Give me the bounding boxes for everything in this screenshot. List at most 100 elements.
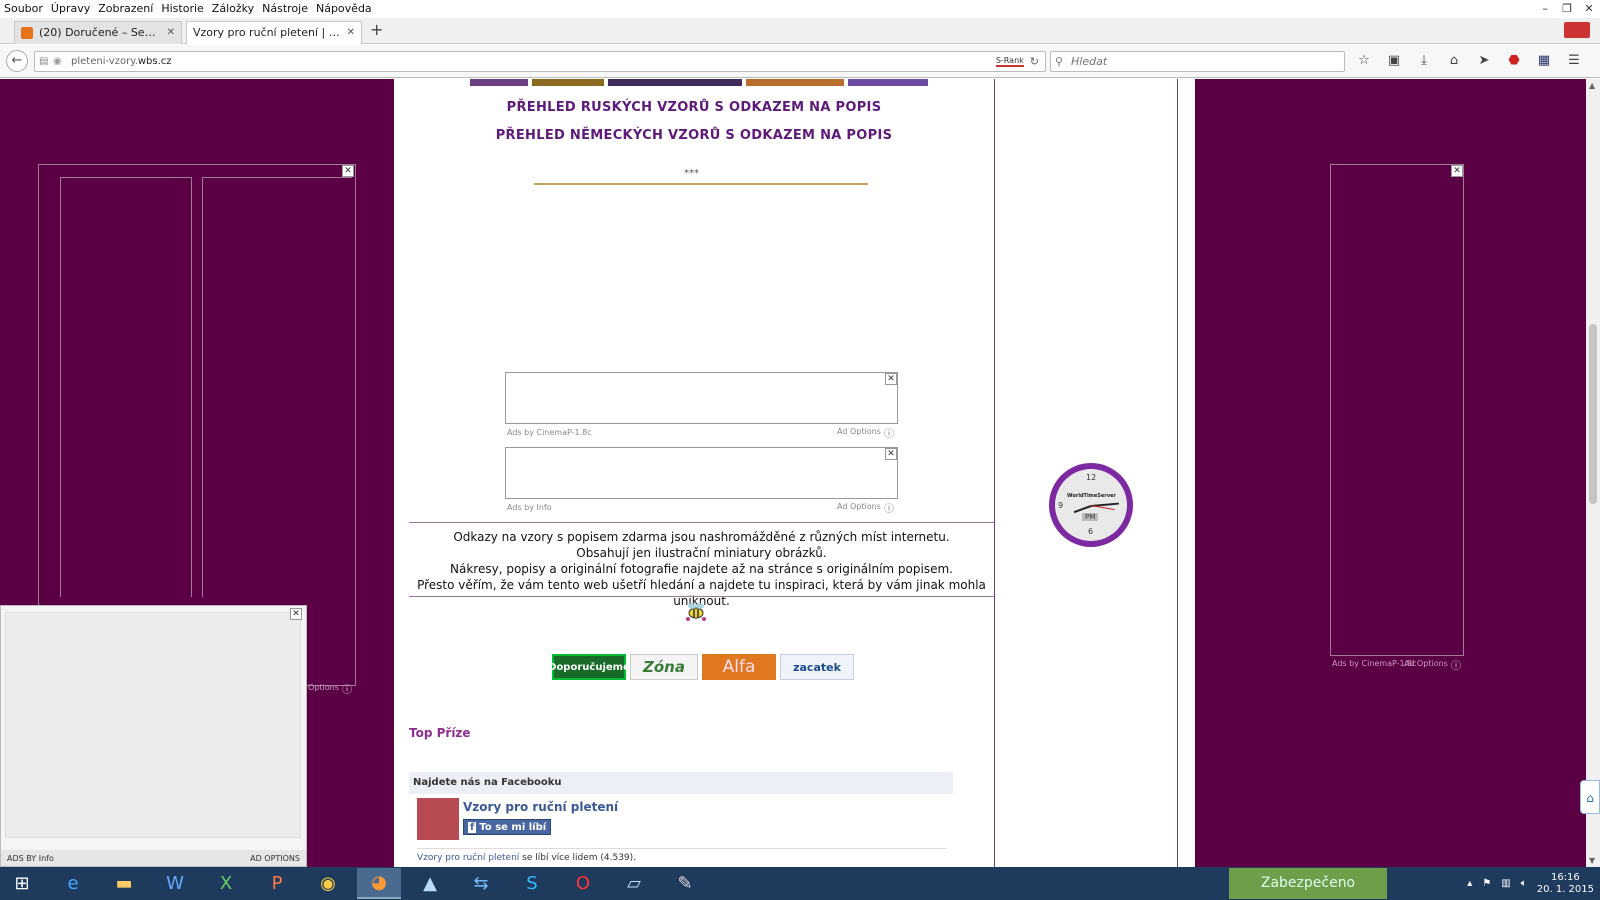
download-icon[interactable]: ⤓ — [1414, 51, 1434, 71]
addon-flag-icon[interactable] — [1564, 22, 1590, 38]
ad-box-2-info-icon[interactable]: ⓘ — [884, 500, 894, 515]
facebook-widget-heading: Najdete nás na Facebooku — [409, 772, 953, 794]
right-ad-close-icon[interactable]: ✕ — [1451, 165, 1463, 177]
menu-napoveda[interactable]: Nápověda — [312, 2, 376, 15]
scroll-thumb[interactable] — [1589, 324, 1597, 504]
link-russian-patterns[interactable]: PŘEHLED RUSKÝCH VZORŮ S ODKAZEM NA POPIS — [404, 100, 984, 115]
facebook-page-thumbnail[interactable] — [417, 798, 459, 840]
powerpoint-icon[interactable]: P — [255, 868, 299, 899]
left-ad-options-label[interactable]: Options — [308, 683, 339, 692]
start-windows-icon[interactable]: ⊞ — [0, 868, 44, 899]
like-label: To se mi líbí — [479, 822, 547, 833]
ad-box-2-options[interactable]: Ad Options — [837, 502, 881, 511]
url-domain: wbs.cz — [137, 56, 172, 67]
facebook-count-link[interactable]: Vzory pro ruční pletení — [417, 853, 519, 863]
menu-soubor[interactable]: Soubor — [0, 2, 47, 15]
close-tab-icon[interactable]: ✕ — [347, 22, 355, 44]
bee-animation-icon — [686, 603, 706, 621]
clock-face: 12 9 6 WorldTimeServer PM — [1055, 469, 1127, 541]
facebook-divider — [417, 848, 947, 849]
minimize-icon[interactable]: – — [1534, 0, 1556, 17]
sync-app-icon[interactable]: ▲ — [408, 868, 452, 899]
ad-box-1-options[interactable]: Ad Options — [837, 427, 881, 436]
tab-vzory[interactable]: Vzory pro ruční pletení | Úvodn... ✕ — [186, 21, 362, 44]
menu-zobrazeni[interactable]: Zobrazení — [94, 2, 157, 15]
chrome-icon[interactable]: ◉ — [306, 868, 350, 899]
internet-explorer-icon[interactable]: e — [51, 868, 95, 899]
menu-historie[interactable]: Historie — [157, 2, 207, 15]
menu-zalozky[interactable]: Záložky — [208, 2, 258, 15]
ad-box-2[interactable]: ✕ — [505, 447, 898, 499]
link-german-patterns[interactable]: PŘEHLED NĚMECKÝCH VZORŮ S ODKAZEM NA POP… — [404, 128, 984, 143]
search-input[interactable] — [1071, 55, 1331, 68]
scroll-down-icon[interactable]: ▼ — [1589, 856, 1595, 865]
ad-box-1[interactable]: ✕ — [505, 372, 898, 424]
bottom-ad-options[interactable]: AD OPTIONS — [250, 854, 300, 863]
word-icon[interactable]: W — [153, 868, 197, 899]
right-ad-info-icon[interactable]: ⓘ — [1451, 657, 1461, 672]
excel-icon[interactable]: X — [204, 868, 248, 899]
ad-box-1-info-icon[interactable]: ⓘ — [884, 425, 894, 440]
restore-icon[interactable]: ❐ — [1556, 0, 1578, 17]
ad-box-2-close-icon[interactable]: ✕ — [885, 448, 897, 460]
srank-badge[interactable]: S-Rank — [995, 56, 1024, 67]
new-tab-icon[interactable]: + — [370, 22, 383, 38]
teamviewer-icon[interactable]: ⇆ — [459, 868, 503, 899]
menu-upravy[interactable]: Úpravy — [47, 2, 94, 15]
page-scrollbar[interactable]: ▲ ▼ — [1586, 79, 1600, 867]
note-line: Odkazy na vzory s popisem zdarma jsou na… — [453, 530, 950, 544]
tab-email[interactable]: (20) Doručené – Seznam E... ✕ — [14, 21, 182, 44]
notes-bottom-rule — [409, 596, 994, 597]
paint-icon[interactable]: ✎ — [663, 868, 707, 899]
left-ad-info-icon[interactable]: ⓘ — [342, 681, 352, 696]
search-box[interactable]: ⚲ — [1050, 51, 1345, 72]
url-text[interactable]: pleteni-vzory.wbs.cz — [67, 56, 996, 67]
badge-doporucujeme[interactable]: Doporučujeme — [548, 654, 630, 680]
badge-zona[interactable]: Zóna — [630, 654, 698, 680]
page-info-icon[interactable]: ▤ — [39, 56, 53, 67]
taskbar-clock[interactable]: 16:16 20. 1. 2015 — [1537, 872, 1594, 896]
world-time-clock[interactable]: 12 9 6 WorldTimeServer PM — [1049, 463, 1133, 547]
menu-nastroje[interactable]: Nástroje — [258, 2, 312, 15]
address-bar[interactable]: ▤ ◉ pleteni-vzory.wbs.cz S-Rank ↻ — [34, 51, 1046, 72]
bottom-ad-close-icon[interactable]: ✕ — [290, 608, 302, 620]
left-ad-close-icon[interactable]: ✕ — [342, 165, 354, 177]
note-line: Obsahují jen ilustrační miniatury obrázk… — [576, 546, 827, 560]
send-icon[interactable]: ➤ — [1474, 51, 1494, 71]
toolbar-icons: ☆ ▣ ⤓ ⌂ ➤ ⬣ ▦ ☰ — [1354, 51, 1584, 71]
opera-icon[interactable]: O — [561, 868, 605, 899]
bottom-left-ad[interactable]: ✕ ADS BY Info AD OPTIONS — [0, 605, 307, 867]
adblock-icon[interactable]: ⬣ — [1504, 51, 1524, 71]
tray-arrow-icon[interactable]: ▴ — [1467, 878, 1472, 889]
firefox-icon[interactable]: ◕ — [357, 868, 401, 899]
pattern-thumbnail-strip[interactable] — [470, 79, 930, 86]
reload-icon[interactable]: ↻ — [1030, 55, 1039, 68]
system-tray: ▴ ⚑ ▥ 🔈︎ 16:16 20. 1. 2015 — [1467, 867, 1600, 900]
scroll-up-icon[interactable]: ▲ — [1589, 81, 1595, 90]
ad-box-1-close-icon[interactable]: ✕ — [885, 373, 897, 385]
menu-hamburger-icon[interactable]: ☰ — [1564, 51, 1584, 71]
facebook-page-name[interactable]: Vzory pro ruční pletení — [463, 800, 618, 814]
top-prize-link[interactable]: Top Příze — [409, 726, 471, 740]
bookmark-star-icon[interactable]: ☆ — [1354, 51, 1374, 71]
close-tab-icon[interactable]: ✕ — [167, 22, 175, 44]
language-flag-icon[interactable]: ▦ — [1534, 51, 1554, 71]
close-window-icon[interactable]: ✕ — [1578, 0, 1600, 17]
network-icon[interactable]: ▥ — [1501, 878, 1510, 889]
skype-icon[interactable]: S — [510, 868, 554, 899]
notes-app-icon[interactable]: ▱ — [612, 868, 656, 899]
badge-alfa[interactable]: Alfa — [702, 654, 776, 680]
reading-list-icon[interactable]: ▣ — [1384, 51, 1404, 71]
back-arrow-icon[interactable]: ← — [6, 50, 28, 72]
gold-divider — [534, 183, 868, 185]
side-widget-tab-icon[interactable]: ⌂ — [1580, 780, 1600, 814]
home-icon[interactable]: ⌂ — [1444, 51, 1464, 71]
facebook-like-button[interactable]: f To se mi líbí — [463, 819, 552, 835]
volume-icon[interactable]: 🔈︎ — [1521, 878, 1527, 889]
badge-zacatek[interactable]: zacatek — [780, 654, 854, 680]
flag-icon[interactable]: ⚑ — [1482, 878, 1491, 889]
bottom-ad-content[interactable] — [5, 612, 301, 838]
security-status[interactable]: Zabezpečeno — [1229, 868, 1387, 899]
file-explorer-icon[interactable]: ▬ — [102, 868, 146, 899]
right-ad-options-label[interactable]: Ad Options — [1404, 659, 1448, 668]
